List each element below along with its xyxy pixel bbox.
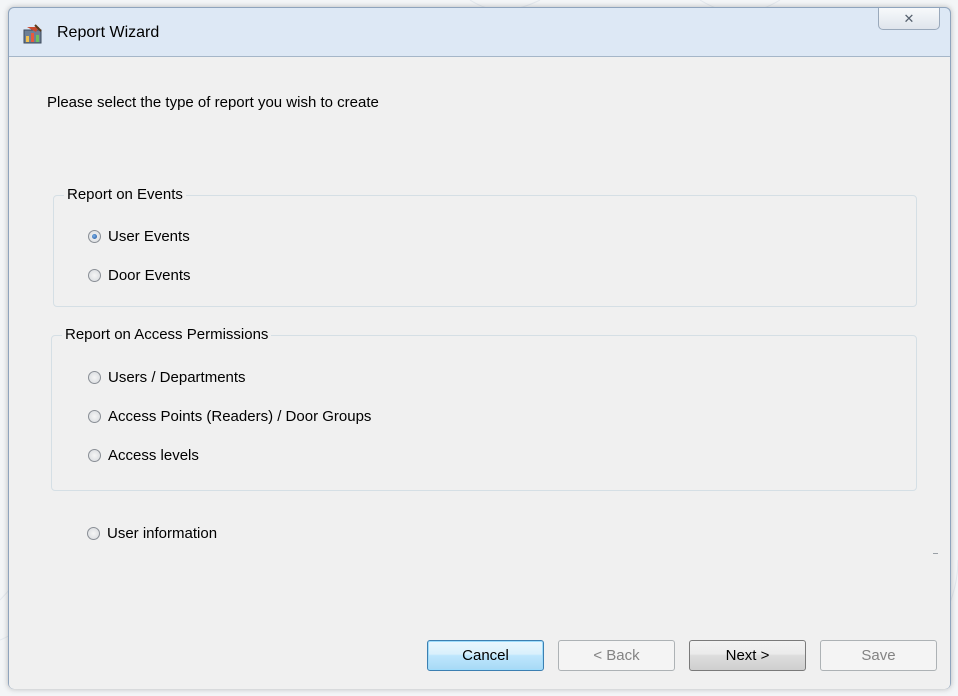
next-button[interactable]: Next >: [689, 640, 806, 671]
radio-button[interactable]: [88, 371, 101, 384]
radio-label: Access levels: [108, 447, 199, 464]
radio-users-departments[interactable]: Users / Departments: [88, 369, 246, 386]
radio-label: Door Events: [108, 267, 191, 284]
close-button[interactable]: ✕: [878, 8, 940, 30]
radio-button-checked[interactable]: [88, 230, 101, 243]
back-button[interactable]: < Back: [558, 640, 675, 671]
save-button[interactable]: Save: [820, 640, 937, 671]
radio-button[interactable]: [87, 527, 100, 540]
radio-label: User Events: [108, 228, 190, 245]
radio-access-levels[interactable]: Access levels: [88, 447, 199, 464]
report-wizard-dialog: Report Wizard ✕ Please select the type o…: [8, 7, 951, 689]
radio-access-points[interactable]: Access Points (Readers) / Door Groups: [88, 408, 371, 425]
report-on-access-permissions-group: Report on Access Permissions Users / Dep…: [51, 326, 917, 491]
radio-button[interactable]: [88, 449, 101, 462]
radio-label: Access Points (Readers) / Door Groups: [108, 408, 372, 425]
title-bar: Report Wizard ✕: [9, 8, 950, 56]
radio-door-events[interactable]: Door Events: [88, 267, 191, 284]
instruction-text: Please select the type of report you wis…: [47, 94, 379, 111]
report-wizard-icon: [23, 24, 42, 44]
report-on-events-group: Report on Events User Events Door Events: [53, 186, 917, 307]
radio-label: User information: [107, 525, 218, 542]
events-group-label: Report on Events: [64, 186, 186, 204]
window-title: Report Wizard: [57, 24, 160, 41]
divider-mark: [933, 553, 938, 554]
radio-user-events[interactable]: User Events: [88, 228, 190, 245]
radio-label: Users / Departments: [108, 369, 246, 386]
radio-button[interactable]: [88, 269, 101, 282]
permissions-group-label: Report on Access Permissions: [62, 326, 272, 344]
radio-user-information[interactable]: User information: [87, 525, 217, 542]
cancel-button[interactable]: Cancel: [427, 640, 544, 671]
radio-button[interactable]: [88, 410, 101, 423]
close-icon: ✕: [903, 10, 915, 26]
dialog-content: Please select the type of report you wis…: [9, 56, 950, 689]
